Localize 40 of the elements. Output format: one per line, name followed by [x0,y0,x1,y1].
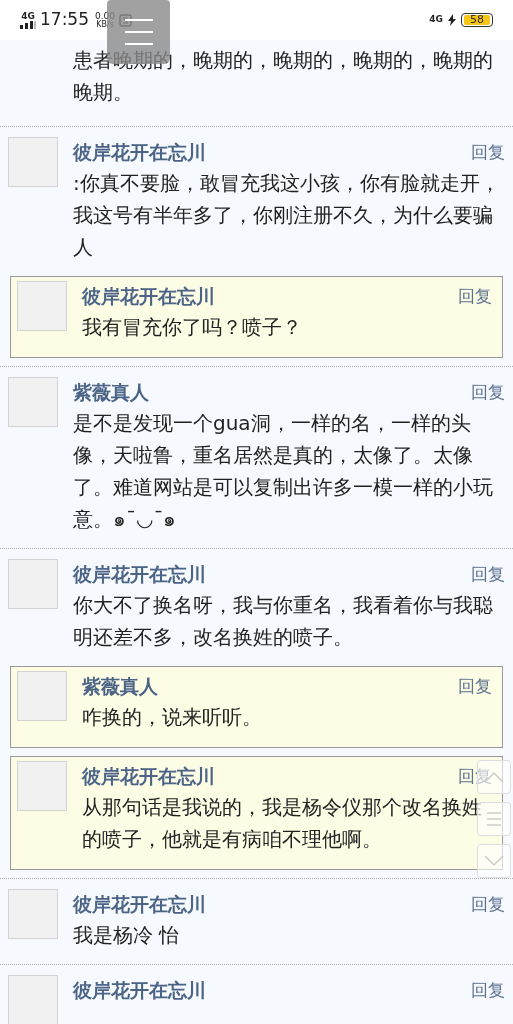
status-time: 17:55 [40,8,89,32]
reply-link[interactable]: 回复 [471,975,505,1005]
avatar-image [8,559,58,609]
menu-icon [122,18,155,46]
avatar-image [8,975,58,1024]
avatar-image [8,137,58,187]
author-name[interactable]: 紫薇真人 [73,377,149,407]
author-name[interactable]: 紫薇真人 [82,671,158,701]
comment-text: 是不是发现一个gua洞，一样的名，一样的头像，天啦鲁，重名居然是真的，太像了。太像了。难道网站是可以复制出许多一模一样的小玩意。๑¯◡¯๑ [73,410,494,533]
comment-text: 我有冒充你了吗？喷子？ [82,314,302,341]
charging-icon [448,14,456,26]
comment-text: :你真不要脸，敢冒充我这小孩，你有脸就走开，我这号有半年多了，你刚注册不久，为什么要骗人 [73,170,501,261]
author-name[interactable]: 彼岸花开在忘川 [73,137,206,167]
reply-link[interactable]: 回复 [471,377,505,407]
avatar-image [8,889,58,939]
battery-icon: 58 [461,13,493,27]
author-name[interactable]: 彼岸花开在忘川 [82,761,215,791]
reply-link[interactable]: 回复 [458,281,492,311]
author-name[interactable]: 彼岸花开在忘川 [82,281,215,311]
reply-link[interactable]: 回复 [471,889,505,919]
comment-text: 从那句话是我说的，我是杨令仪那个改名换姓的喷子，他就是有病咱不理他啊。 [82,794,483,853]
scroll-up-button[interactable] [477,760,511,794]
chevron-down-icon [484,855,504,867]
author-name[interactable]: 彼岸花开在忘川 [73,559,206,589]
avatar-image [8,377,58,427]
reply-link[interactable]: 回复 [458,671,492,701]
reply-link[interactable]: 回复 [458,761,492,791]
avatar-image [17,761,67,811]
network-type: 4G [429,13,443,27]
avatar-image [17,281,67,331]
author-name[interactable]: 彼岸花开在忘川 [73,889,206,919]
avatar-image [17,671,67,721]
comment-text: 我是杨冷 怡 [73,922,180,949]
author-name[interactable]: 彼岸花开在忘川 [73,975,206,1005]
scroll-down-button[interactable] [477,844,511,878]
reply-link[interactable]: 回复 [471,559,505,589]
list-icon [486,812,502,826]
reply-link[interactable]: 回复 [471,137,505,167]
comment-text: 你大不了换名呀，我与你重名，我看着你与我聪明还差不多，改名换姓的喷子。 [73,592,494,651]
comment-text: 咋换的，说来听听。 [82,704,262,731]
